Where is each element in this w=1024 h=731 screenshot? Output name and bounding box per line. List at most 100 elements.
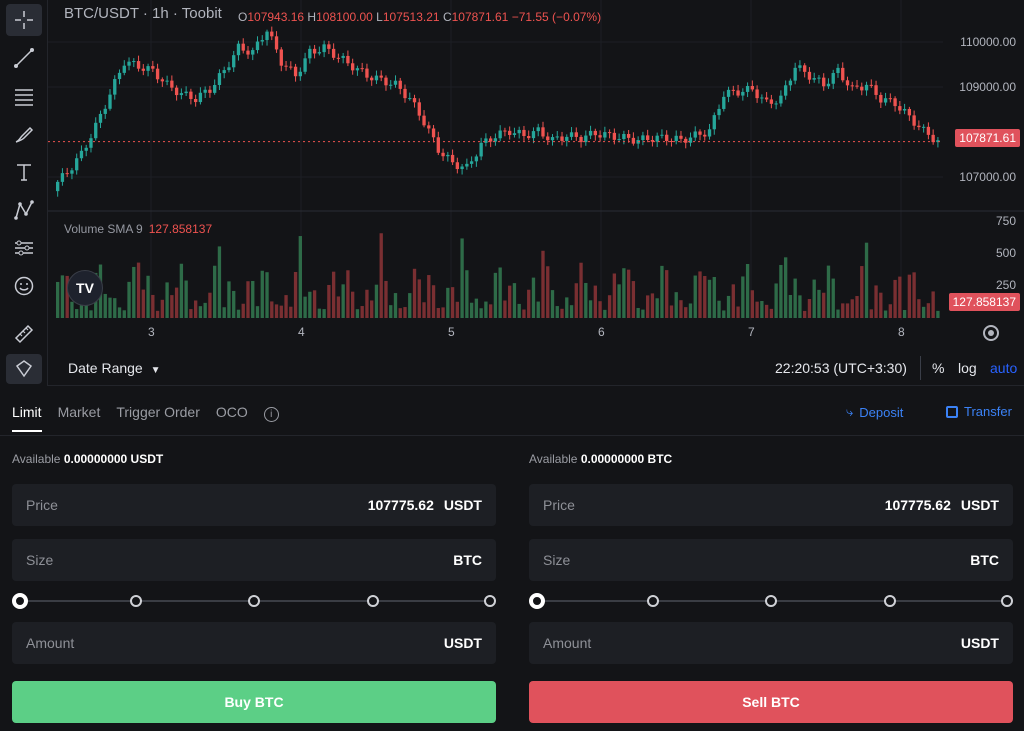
slider-stop-0[interactable] [12, 593, 28, 609]
slider-stop-100[interactable] [1001, 595, 1013, 607]
candle-body [817, 77, 821, 79]
buy-button[interactable]: Buy BTC [12, 681, 496, 723]
magnet-tool-icon[interactable] [6, 354, 42, 384]
candle-body [660, 134, 664, 136]
price-chart[interactable] [48, 0, 1024, 350]
slider-stop-100[interactable] [484, 595, 496, 607]
tradingview-logo[interactable]: TV [67, 270, 103, 306]
percent-scale-toggle[interactable]: % [932, 360, 944, 376]
candle-body [541, 127, 545, 137]
slider-stop-50[interactable] [765, 595, 777, 607]
pattern-tool-icon[interactable] [6, 194, 42, 226]
candle-body [798, 65, 802, 68]
volume-bar [460, 238, 464, 318]
volume-bar [103, 293, 107, 318]
volume-bar [850, 299, 854, 318]
buy-amount-field[interactable]: Amount USDT [12, 622, 496, 664]
chart-settings-icon[interactable] [983, 325, 999, 341]
tab-market[interactable]: Market [58, 404, 101, 432]
volume-bar [703, 276, 707, 318]
deposit-icon: ⤷ [846, 404, 854, 419]
candle-body [94, 122, 98, 139]
candle-body [331, 48, 336, 58]
emoji-tool-icon[interactable] [6, 270, 42, 302]
volume-bar [888, 304, 892, 318]
volume-bar [170, 295, 174, 318]
buy-size-field[interactable]: Size BTC [12, 539, 496, 581]
volume-bar [132, 266, 136, 318]
volume-bar [408, 293, 412, 318]
slider-stop-25[interactable] [130, 595, 142, 607]
candle-body [289, 66, 293, 68]
candle-body [398, 80, 402, 89]
forecast-tool-icon[interactable] [6, 232, 42, 264]
candle-body [508, 130, 512, 135]
brush-tool-icon[interactable] [6, 118, 42, 150]
volume-bar [788, 294, 793, 318]
x-tick-label: 4 [298, 325, 305, 339]
date-range-dropdown[interactable]: Date Range ▼ [68, 360, 161, 376]
candle-body [417, 102, 421, 116]
buy-size-label: Size [26, 552, 54, 568]
candle-body [155, 68, 160, 80]
volume-bar [722, 310, 726, 318]
sell-size-slider[interactable] [529, 593, 1013, 609]
sell-price-field[interactable]: Price 107775.62 USDT [529, 484, 1013, 526]
buy-size-slider[interactable] [12, 593, 496, 609]
candle-body [246, 50, 250, 55]
volume-bar [184, 280, 188, 318]
candle-body [593, 130, 597, 136]
trend-line-tool-icon[interactable] [6, 42, 42, 74]
transfer-link[interactable]: Transfer [946, 404, 1012, 419]
tab-trigger-order[interactable]: Trigger Order [116, 404, 200, 432]
volume-bar [289, 306, 293, 318]
candle-body [379, 75, 383, 78]
volume-bar [893, 279, 897, 318]
deposit-link[interactable]: ⤷ Deposit [846, 404, 903, 420]
buy-price-field[interactable]: Price 107775.62 USDT [12, 484, 496, 526]
x-tick-label: 5 [448, 325, 455, 339]
slider-stop-75[interactable] [367, 595, 379, 607]
candle-body [841, 67, 845, 81]
buy-size-unit: BTC [453, 552, 482, 568]
volume-bar [270, 301, 274, 318]
volume-bar [688, 303, 693, 318]
sell-size-label: Size [543, 552, 571, 568]
volume-bar [898, 276, 902, 318]
sell-size-field[interactable]: Size BTC [529, 539, 1013, 581]
volume-bar [650, 293, 655, 318]
candle-body [622, 134, 626, 140]
volume-bar [465, 270, 469, 318]
tab-limit[interactable]: Limit [12, 404, 42, 432]
slider-stop-25[interactable] [647, 595, 659, 607]
candle-body [227, 67, 231, 71]
y-tick-label: 109000.00 [959, 80, 1016, 94]
candle-body [869, 84, 873, 86]
volume-bar [455, 301, 460, 318]
crosshair-tool-icon[interactable] [6, 4, 42, 36]
sell-available-value: 0.00000000 BTC [580, 452, 673, 466]
auto-scale-toggle[interactable]: auto [990, 360, 1017, 376]
sell-button[interactable]: Sell BTC [529, 681, 1013, 723]
candle-body [455, 162, 460, 170]
slider-stop-0[interactable] [529, 593, 545, 609]
ruler-tool-icon[interactable] [6, 318, 42, 350]
volume-bar [841, 303, 845, 318]
slider-stop-75[interactable] [884, 595, 896, 607]
log-scale-toggle[interactable]: log [958, 360, 977, 376]
fib-tool-icon[interactable] [6, 80, 42, 112]
candle-body [151, 66, 155, 69]
slider-stop-50[interactable] [248, 595, 260, 607]
order-info-button[interactable]: i [263, 404, 279, 432]
candle-body [788, 80, 793, 86]
candle-body [893, 98, 897, 107]
tab-oco[interactable]: OCO [216, 404, 248, 432]
text-tool-icon[interactable] [6, 156, 42, 188]
sell-available-label: Available [529, 452, 578, 466]
volume-bar [936, 310, 940, 318]
candle-body [427, 125, 431, 129]
candle-body [222, 70, 226, 74]
candle-body [603, 132, 607, 138]
candle-body [679, 135, 683, 139]
sell-amount-field[interactable]: Amount USDT [529, 622, 1013, 664]
